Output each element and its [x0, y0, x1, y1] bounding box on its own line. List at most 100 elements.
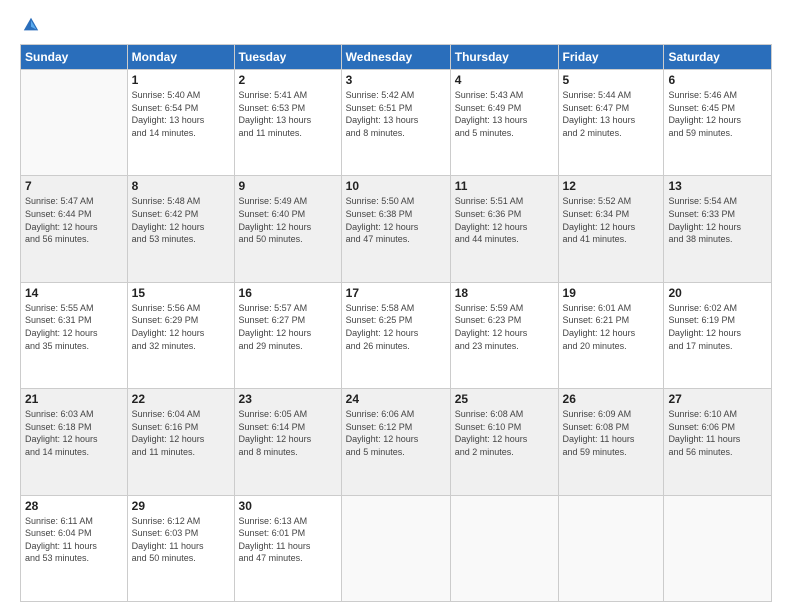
calendar-cell: 27 Sunrise: 6:10 AM Sunset: 6:06 PM Dayli… [664, 389, 772, 495]
calendar-cell: 22 Sunrise: 6:04 AM Sunset: 6:16 PM Dayli… [127, 389, 234, 495]
day-info: Sunrise: 6:06 AM Sunset: 6:12 PM Dayligh… [346, 408, 446, 458]
day-header-wednesday: Wednesday [341, 45, 450, 70]
page: SundayMondayTuesdayWednesdayThursdayFrid… [0, 0, 792, 612]
calendar-cell [341, 495, 450, 601]
day-info: Sunrise: 6:03 AM Sunset: 6:18 PM Dayligh… [25, 408, 123, 458]
day-info: Sunrise: 5:46 AM Sunset: 6:45 PM Dayligh… [668, 89, 767, 139]
day-info: Sunrise: 6:12 AM Sunset: 6:03 PM Dayligh… [132, 515, 230, 565]
calendar-row-0: 1Sunrise: 5:40 AM Sunset: 6:54 PM Daylig… [21, 70, 772, 176]
day-number: 25 [455, 392, 554, 406]
day-info: Sunrise: 5:52 AM Sunset: 6:34 PM Dayligh… [563, 195, 660, 245]
day-info: Sunrise: 5:43 AM Sunset: 6:49 PM Dayligh… [455, 89, 554, 139]
day-info: Sunrise: 6:11 AM Sunset: 6:04 PM Dayligh… [25, 515, 123, 565]
day-info: Sunrise: 6:01 AM Sunset: 6:21 PM Dayligh… [563, 302, 660, 352]
calendar-cell: 7 Sunrise: 5:47 AM Sunset: 6:44 PM Daylig… [21, 176, 128, 282]
day-info: Sunrise: 5:59 AM Sunset: 6:23 PM Dayligh… [455, 302, 554, 352]
day-number: 3 [346, 73, 446, 87]
day-number: 5 [563, 73, 660, 87]
calendar-cell: 5 Sunrise: 5:44 AM Sunset: 6:47 PM Daylig… [558, 70, 664, 176]
day-number: 28 [25, 499, 123, 513]
day-info: Sunrise: 5:49 AM Sunset: 6:40 PM Dayligh… [239, 195, 337, 245]
day-number: 2 [239, 73, 337, 87]
day-info: Sunrise: 6:10 AM Sunset: 6:06 PM Dayligh… [668, 408, 767, 458]
day-number: 27 [668, 392, 767, 406]
calendar-cell: 20 Sunrise: 6:02 AM Sunset: 6:19 PM Dayli… [664, 282, 772, 388]
calendar-cell [558, 495, 664, 601]
calendar-cell: 4 Sunrise: 5:43 AM Sunset: 6:49 PM Daylig… [450, 70, 558, 176]
day-info: Sunrise: 5:51 AM Sunset: 6:36 PM Dayligh… [455, 195, 554, 245]
day-info: Sunrise: 6:13 AM Sunset: 6:01 PM Dayligh… [239, 515, 337, 565]
day-number: 22 [132, 392, 230, 406]
day-info: Sunrise: 5:44 AM Sunset: 6:47 PM Dayligh… [563, 89, 660, 139]
calendar-cell: 26Sunrise: 6:09 AM Sunset: 6:08 PM Dayli… [558, 389, 664, 495]
calendar-cell: 1Sunrise: 5:40 AM Sunset: 6:54 PM Daylig… [127, 70, 234, 176]
calendar-cell: 16 Sunrise: 5:57 AM Sunset: 6:27 PM Dayli… [234, 282, 341, 388]
day-info: Sunrise: 5:41 AM Sunset: 6:53 PM Dayligh… [239, 89, 337, 139]
header-row: SundayMondayTuesdayWednesdayThursdayFrid… [21, 45, 772, 70]
calendar-cell: 19 Sunrise: 6:01 AM Sunset: 6:21 PM Dayli… [558, 282, 664, 388]
day-number: 6 [668, 73, 767, 87]
calendar-cell: 2 Sunrise: 5:41 AM Sunset: 6:53 PM Daylig… [234, 70, 341, 176]
day-info: Sunrise: 5:54 AM Sunset: 6:33 PM Dayligh… [668, 195, 767, 245]
calendar-cell: 30 Sunrise: 6:13 AM Sunset: 6:01 PM Dayli… [234, 495, 341, 601]
day-number: 30 [239, 499, 337, 513]
calendar-cell: 13 Sunrise: 5:54 AM Sunset: 6:33 PM Dayli… [664, 176, 772, 282]
calendar-table: SundayMondayTuesdayWednesdayThursdayFrid… [20, 44, 772, 602]
calendar-cell: 15 Sunrise: 5:56 AM Sunset: 6:29 PM Dayli… [127, 282, 234, 388]
day-info: Sunrise: 6:02 AM Sunset: 6:19 PM Dayligh… [668, 302, 767, 352]
logo [20, 16, 40, 34]
calendar-cell: 6 Sunrise: 5:46 AM Sunset: 6:45 PM Daylig… [664, 70, 772, 176]
header [20, 16, 772, 34]
day-info: Sunrise: 5:55 AM Sunset: 6:31 PM Dayligh… [25, 302, 123, 352]
day-header-tuesday: Tuesday [234, 45, 341, 70]
day-info: Sunrise: 6:09 AM Sunset: 6:08 PM Dayligh… [563, 408, 660, 458]
day-number: 17 [346, 286, 446, 300]
day-number: 9 [239, 179, 337, 193]
calendar-cell: 29 Sunrise: 6:12 AM Sunset: 6:03 PM Dayli… [127, 495, 234, 601]
day-header-friday: Friday [558, 45, 664, 70]
calendar-row-2: 14Sunrise: 5:55 AM Sunset: 6:31 PM Dayli… [21, 282, 772, 388]
calendar-cell: 24 Sunrise: 6:06 AM Sunset: 6:12 PM Dayli… [341, 389, 450, 495]
day-number: 20 [668, 286, 767, 300]
day-number: 16 [239, 286, 337, 300]
day-number: 18 [455, 286, 554, 300]
day-info: Sunrise: 5:57 AM Sunset: 6:27 PM Dayligh… [239, 302, 337, 352]
calendar-cell: 21 Sunrise: 6:03 AM Sunset: 6:18 PM Dayli… [21, 389, 128, 495]
day-info: Sunrise: 5:58 AM Sunset: 6:25 PM Dayligh… [346, 302, 446, 352]
day-number: 8 [132, 179, 230, 193]
day-number: 29 [132, 499, 230, 513]
day-number: 4 [455, 73, 554, 87]
day-number: 19 [563, 286, 660, 300]
day-number: 1 [132, 73, 230, 87]
calendar-cell: 18 Sunrise: 5:59 AM Sunset: 6:23 PM Dayli… [450, 282, 558, 388]
day-number: 21 [25, 392, 123, 406]
day-header-saturday: Saturday [664, 45, 772, 70]
calendar-cell [664, 495, 772, 601]
day-info: Sunrise: 5:56 AM Sunset: 6:29 PM Dayligh… [132, 302, 230, 352]
day-number: 24 [346, 392, 446, 406]
day-number: 10 [346, 179, 446, 193]
day-info: Sunrise: 5:50 AM Sunset: 6:38 PM Dayligh… [346, 195, 446, 245]
day-number: 7 [25, 179, 123, 193]
day-info: Sunrise: 6:04 AM Sunset: 6:16 PM Dayligh… [132, 408, 230, 458]
day-number: 15 [132, 286, 230, 300]
day-number: 23 [239, 392, 337, 406]
calendar-row-3: 21 Sunrise: 6:03 AM Sunset: 6:18 PM Dayli… [21, 389, 772, 495]
calendar-cell: 25 Sunrise: 6:08 AM Sunset: 6:10 PM Dayli… [450, 389, 558, 495]
day-number: 11 [455, 179, 554, 193]
calendar-cell: 8Sunrise: 5:48 AM Sunset: 6:42 PM Daylig… [127, 176, 234, 282]
calendar-cell: 11 Sunrise: 5:51 AM Sunset: 6:36 PM Dayli… [450, 176, 558, 282]
day-header-thursday: Thursday [450, 45, 558, 70]
calendar-row-1: 7 Sunrise: 5:47 AM Sunset: 6:44 PM Daylig… [21, 176, 772, 282]
calendar-cell [21, 70, 128, 176]
calendar-cell [450, 495, 558, 601]
calendar-cell: 12Sunrise: 5:52 AM Sunset: 6:34 PM Dayli… [558, 176, 664, 282]
calendar-cell: 3Sunrise: 5:42 AM Sunset: 6:51 PM Daylig… [341, 70, 450, 176]
calendar-cell: 14Sunrise: 5:55 AM Sunset: 6:31 PM Dayli… [21, 282, 128, 388]
day-info: Sunrise: 6:05 AM Sunset: 6:14 PM Dayligh… [239, 408, 337, 458]
calendar-row-4: 28 Sunrise: 6:11 AM Sunset: 6:04 PM Dayli… [21, 495, 772, 601]
day-info: Sunrise: 6:08 AM Sunset: 6:10 PM Dayligh… [455, 408, 554, 458]
day-info: Sunrise: 5:47 AM Sunset: 6:44 PM Dayligh… [25, 195, 123, 245]
day-number: 13 [668, 179, 767, 193]
calendar-cell: 23 Sunrise: 6:05 AM Sunset: 6:14 PM Dayli… [234, 389, 341, 495]
